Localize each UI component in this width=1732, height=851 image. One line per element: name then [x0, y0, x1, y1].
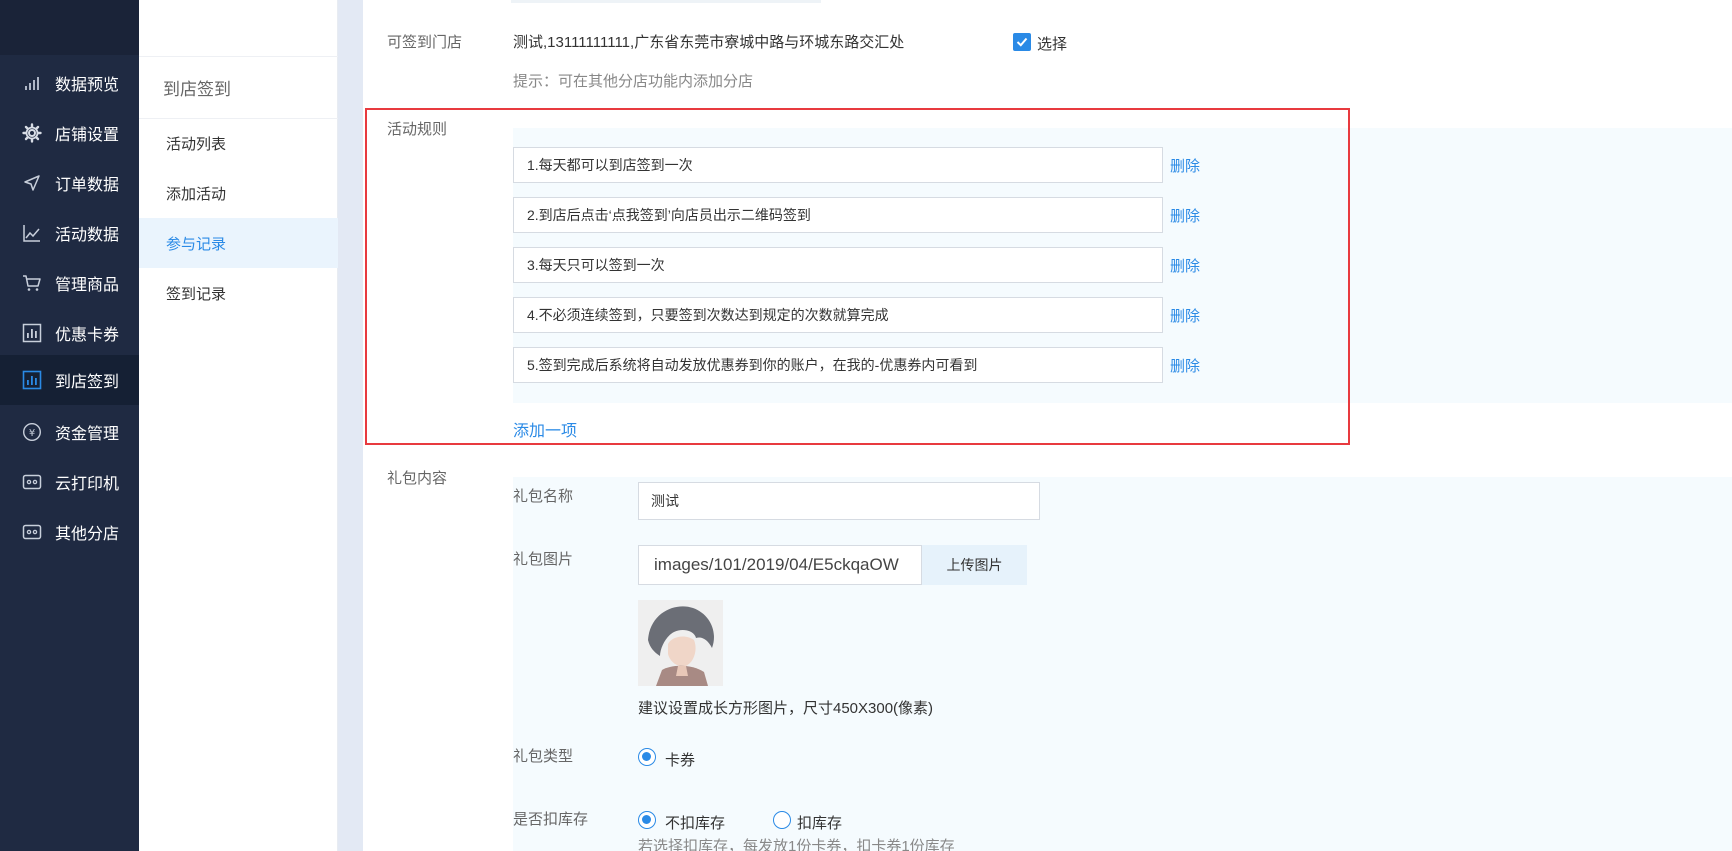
gift-type-coupon-label[interactable]: 卡券 — [665, 749, 695, 770]
svg-text:¥: ¥ — [29, 428, 35, 439]
subnav-item-activity-list[interactable]: 活动列表 — [139, 118, 338, 168]
sidebar-item-funds[interactable]: ¥ 资金管理 — [0, 407, 139, 457]
sidebar-item-data-preview[interactable]: 数据预览 — [0, 58, 139, 108]
delete-rule-2-link[interactable]: 删除 — [1170, 205, 1200, 226]
gift-image-label: 礼包图片 — [513, 551, 574, 568]
sidebar-item-other-branches[interactable]: 其他分店 — [0, 507, 139, 557]
sidebar-item-label: 到店签到 — [55, 374, 120, 391]
deduct-stock-radio[interactable] — [773, 811, 791, 829]
rule-input-1[interactable]: 1.每天都可以到店签到一次 — [513, 147, 1163, 183]
subnav-item-participation-records[interactable]: 参与记录 — [139, 218, 338, 268]
sidebar-item-store-settings[interactable]: 店铺设置 — [0, 108, 139, 158]
brand-area — [0, 0, 139, 55]
sidebar-item-label: 管理商品 — [55, 277, 120, 294]
rule-input-2[interactable]: 2.到店后点击‘点我签到’向店员出示二维码签到 — [513, 197, 1163, 233]
stats-box-icon — [21, 322, 43, 344]
rule-input-3[interactable]: 3.每天只可以签到一次 — [513, 247, 1163, 283]
top-divider — [511, 0, 821, 3]
sidebar-item-label: 订单数据 — [55, 177, 120, 194]
select-label[interactable]: 选择 — [1037, 33, 1067, 54]
sidebar-item-label: 数据预览 — [55, 77, 120, 94]
sidebar-item-coupons[interactable]: 优惠卡券 — [0, 308, 139, 358]
check-icon — [1016, 37, 1028, 47]
delete-rule-4-link[interactable]: 删除 — [1170, 305, 1200, 326]
main-content: 可签到门店 测试,13111111111,广东省东莞市寮城中路与环城东路交汇处 … — [363, 0, 1732, 851]
gift-image-thumbnail[interactable] — [638, 600, 723, 686]
add-rule-link[interactable]: 添加一项 — [513, 417, 577, 441]
printer-icon — [21, 471, 43, 493]
store-label: 可签到门店 — [387, 34, 463, 51]
gift-name-label: 礼包名称 — [513, 488, 574, 505]
send-arrow-icon — [21, 172, 43, 194]
delete-rule-5-link[interactable]: 删除 — [1170, 355, 1200, 376]
gift-type-label: 礼包类型 — [513, 748, 574, 765]
sidebar-item-activity-data[interactable]: 活动数据 — [0, 208, 139, 258]
subnav-item-add-activity[interactable]: 添加活动 — [139, 168, 338, 218]
gift-image-path-input[interactable]: images/101/2019/04/E5ckqaOW — [638, 545, 922, 585]
no-deduct-stock-radio[interactable] — [638, 811, 656, 829]
stats-box-icon — [21, 369, 43, 391]
rule-input-4[interactable]: 4.不必须连续签到，只要签到次数达到规定的次数就算完成 — [513, 297, 1163, 333]
cart-icon — [21, 272, 43, 294]
hint-text: 提示：可在其他分店功能内添加分店 — [513, 73, 754, 90]
sidebar-item-label: 活动数据 — [55, 227, 120, 244]
sidebar-item-label: 店铺设置 — [55, 127, 120, 144]
upload-image-button[interactable]: 上传图片 — [922, 545, 1027, 585]
rule-input-5[interactable]: 5.签到完成后系统将自动发放优惠券到你的账户，在我的-优惠券内可看到 — [513, 347, 1163, 383]
sidebar-item-store-checkin[interactable]: 到店签到 — [0, 355, 139, 405]
sidebar-item-cloud-printer[interactable]: 云打印机 — [0, 457, 139, 507]
sidebar-item-label: 资金管理 — [55, 426, 120, 443]
sidebar-item-manage-products[interactable]: 管理商品 — [0, 258, 139, 308]
gift-name-input[interactable]: 测试 — [638, 482, 1040, 520]
bar-chart-small-icon — [21, 72, 43, 94]
gift-label: 礼包内容 — [387, 470, 448, 487]
gift-type-coupon-radio[interactable] — [638, 748, 656, 766]
yen-circle-icon: ¥ — [21, 421, 43, 443]
select-checkbox[interactable] — [1013, 33, 1031, 51]
delete-rule-3-link[interactable]: 删除 — [1170, 255, 1200, 276]
store-text: 测试,13111111111,广东省东莞市寮城中路与环城东路交汇处 — [513, 34, 905, 51]
stock-label: 是否扣库存 — [513, 811, 589, 828]
main-sidebar: 数据预览 店铺设置 订单数据 活动数据 管理商品 优惠卡券 到店签到 ¥ 资金管… — [0, 0, 139, 851]
no-deduct-stock-label[interactable]: 不扣库存 — [665, 812, 725, 833]
sidebar-item-label: 其他分店 — [55, 526, 120, 543]
image-size-tip: 建议设置成长方形图片，尺寸450X300(像素) — [638, 700, 934, 717]
store-icon — [21, 521, 43, 543]
line-chart-icon — [21, 222, 43, 244]
sidebar-item-order-data[interactable]: 订单数据 — [0, 158, 139, 208]
content-gutter — [338, 0, 363, 851]
stock-tip: 若选择扣库存，每发放1份卡券，扣卡券1份库存 — [638, 838, 955, 851]
rules-label: 活动规则 — [387, 121, 448, 138]
gear-icon — [21, 122, 43, 144]
deduct-stock-label[interactable]: 扣库存 — [797, 812, 842, 833]
subnav-item-checkin-records[interactable]: 签到记录 — [139, 268, 338, 318]
subnav-title: 到店签到 — [139, 56, 338, 119]
sub-navigation: 到店签到 活动列表 添加活动 参与记录 签到记录 — [139, 0, 338, 851]
sidebar-item-label: 云打印机 — [55, 476, 120, 493]
delete-rule-1-link[interactable]: 删除 — [1170, 155, 1200, 176]
sidebar-item-label: 优惠卡券 — [55, 327, 120, 344]
